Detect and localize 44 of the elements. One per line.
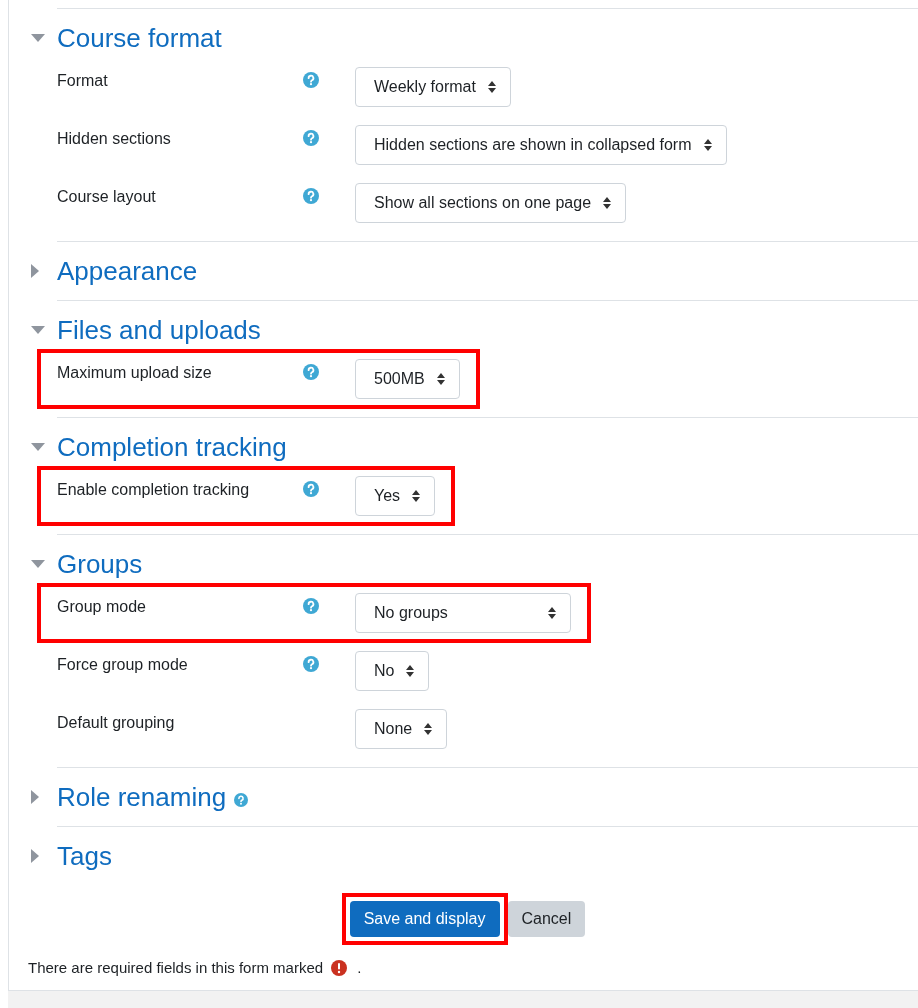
updown-arrow-icon bbox=[412, 490, 421, 502]
select-field[interactable]: Hidden sections are shown in collapsed form bbox=[355, 125, 727, 165]
section-heading[interactable]: Appearance bbox=[57, 258, 198, 284]
updown-arrow-icon bbox=[436, 373, 445, 385]
help-icon[interactable] bbox=[303, 188, 319, 204]
select-field[interactable]: Show all sections on one page bbox=[355, 183, 627, 223]
save-button[interactable]: Save and display bbox=[349, 901, 500, 937]
field-label: Group mode bbox=[57, 597, 147, 617]
help-icon[interactable] bbox=[303, 598, 319, 614]
field-label: Hidden sections bbox=[57, 129, 172, 149]
required-note-text: There are required fields in this form marked bbox=[28, 958, 324, 978]
section-heading[interactable]: Course format bbox=[57, 25, 222, 51]
updown-arrow-icon bbox=[406, 665, 415, 677]
help-icon[interactable] bbox=[303, 364, 319, 380]
select-field[interactable]: 500MB bbox=[355, 359, 460, 399]
updown-arrow-icon bbox=[703, 139, 712, 151]
field-label: Format bbox=[57, 71, 109, 91]
help-icon[interactable] bbox=[234, 793, 249, 807]
cancel-button[interactable]: Cancel bbox=[507, 901, 586, 937]
help-icon[interactable] bbox=[303, 130, 319, 146]
field-label: Default grouping bbox=[57, 713, 176, 733]
select-field[interactable]: No bbox=[355, 651, 430, 691]
updown-arrow-icon bbox=[487, 81, 496, 93]
help-icon[interactable] bbox=[303, 656, 319, 672]
help-icon[interactable] bbox=[303, 481, 319, 497]
select-field[interactable]: No groups bbox=[355, 593, 571, 633]
required-icon bbox=[331, 960, 348, 977]
section-heading[interactable]: Completion tracking bbox=[57, 434, 287, 460]
field-label: Enable completion tracking bbox=[57, 480, 251, 500]
field-label: Force group mode bbox=[57, 655, 189, 675]
field-label: Course layout bbox=[57, 187, 157, 207]
field-label: Maximum upload size bbox=[57, 363, 213, 383]
note-period: . bbox=[357, 958, 362, 978]
select-field[interactable]: Weekly format bbox=[355, 67, 511, 107]
updown-arrow-icon bbox=[424, 723, 433, 735]
section-heading[interactable]: Files and uploads bbox=[57, 317, 261, 343]
updown-arrow-icon bbox=[548, 607, 556, 619]
section-heading[interactable]: Role renaming bbox=[57, 784, 227, 810]
select-field[interactable]: None bbox=[355, 709, 448, 749]
updown-arrow-icon bbox=[603, 197, 612, 209]
help-icon[interactable] bbox=[303, 72, 319, 88]
section-heading[interactable]: Tags bbox=[57, 843, 112, 869]
select-field[interactable]: Yes bbox=[355, 476, 436, 516]
section-heading[interactable]: Groups bbox=[57, 551, 143, 577]
